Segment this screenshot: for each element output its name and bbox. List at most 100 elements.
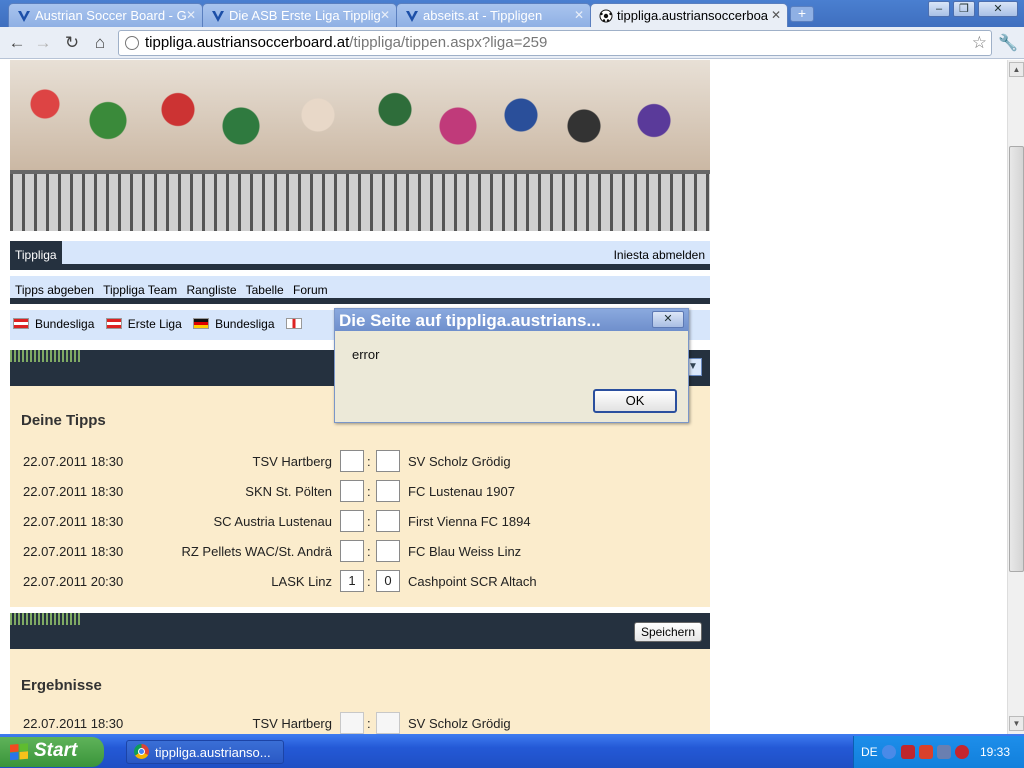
home-goals-input[interactable]: 1 xyxy=(340,570,364,592)
away-goals-field xyxy=(376,712,400,734)
results-section: Ergebnisse 22.07.2011 18:30 TSV Hartberg… xyxy=(10,649,710,734)
score-separator: : xyxy=(367,484,371,499)
tab-title: Die ASB Erste Liga Tipplig xyxy=(229,8,381,23)
home-icon[interactable]: ⌂ xyxy=(89,32,111,54)
away-goals-input[interactable] xyxy=(376,480,400,502)
home-team: TSV Hartberg xyxy=(252,716,332,731)
address-bar[interactable]: tippliga.austriansoccerboard.at/tippliga… xyxy=(118,30,992,56)
save-button[interactable]: Speichern xyxy=(633,622,702,642)
scroll-thumb[interactable] xyxy=(1009,146,1024,572)
start-button[interactable]: Start xyxy=(0,737,104,767)
away-team: SV Scholz Grödig xyxy=(408,454,511,469)
league-link[interactable]: Bundesliga xyxy=(215,317,274,331)
austria-flag-icon xyxy=(105,318,122,329)
forward-arrow-icon[interactable]: → xyxy=(32,32,54,54)
home-goals-field xyxy=(340,712,364,734)
league-link[interactable]: Erste Liga xyxy=(128,317,182,331)
save-bar: Speichern xyxy=(10,613,710,649)
new-tab-button[interactable]: + xyxy=(790,6,814,22)
bookmark-star-icon[interactable]: ☆ xyxy=(972,33,987,53)
decorative-stripes xyxy=(10,613,80,625)
network-icon[interactable] xyxy=(937,745,951,759)
tipp-row: 22.07.2011 18:30 SC Austria Lustenau : F… xyxy=(10,510,710,534)
home-team: SC Austria Lustenau xyxy=(213,514,332,529)
dialog-titlebar[interactable]: Die Seite auf tippliga.austrians... ✕ xyxy=(335,309,688,331)
match-date: 22.07.2011 18:30 xyxy=(23,716,124,731)
browser-tab[interactable]: Die ASB Erste Liga Tipplig ✕ xyxy=(202,3,397,27)
nav-tabelle[interactable]: Tabelle xyxy=(246,283,284,297)
url-host: tippliga.austriansoccerboard.at xyxy=(145,34,350,51)
nav-tipps-abgeben[interactable]: Tipps abgeben xyxy=(15,283,94,297)
home-team: SKN St. Pölten xyxy=(245,484,332,499)
tab-title: Austrian Soccer Board - G xyxy=(35,8,187,23)
away-goals-input[interactable] xyxy=(376,540,400,562)
asb-favicon-icon xyxy=(406,11,418,22)
browser-tab-active[interactable]: tippliga.austriansoccerboa ✕ xyxy=(590,3,788,28)
close-window-button[interactable]: ✕ xyxy=(978,1,1018,17)
close-tab-icon[interactable]: ✕ xyxy=(771,8,781,22)
close-tab-icon[interactable]: ✕ xyxy=(186,8,196,22)
away-team: Cashpoint SCR Altach xyxy=(408,574,537,589)
vertical-scrollbar[interactable]: ▲ ▼ xyxy=(1007,60,1024,734)
score-separator: : xyxy=(367,716,371,731)
language-indicator[interactable]: DE xyxy=(861,745,878,759)
score-separator: : xyxy=(367,454,371,469)
home-goals-input[interactable] xyxy=(340,510,364,532)
away-goals-input[interactable] xyxy=(376,510,400,532)
minimize-window-button[interactable]: ‒ xyxy=(928,1,950,17)
tippliga-tab[interactable]: Tippliga xyxy=(10,241,62,270)
home-goals-input[interactable] xyxy=(340,540,364,562)
tab-title: abseits.at - Tippligen xyxy=(423,8,543,23)
alert-dialog: Die Seite auf tippliga.austrians... ✕ er… xyxy=(334,308,689,423)
nav-rangliste[interactable]: Rangliste xyxy=(186,283,236,297)
page-info-icon[interactable] xyxy=(125,36,139,50)
ok-button[interactable]: OK xyxy=(593,389,677,413)
back-arrow-icon[interactable]: ← xyxy=(6,32,28,54)
match-date: 22.07.2011 18:30 xyxy=(23,484,124,499)
match-date: 22.07.2011 20:30 xyxy=(23,574,124,589)
tipp-row: 22.07.2011 20:30 LASK Linz 1 : 0 Cashpoi… xyxy=(10,570,710,594)
result-row: 22.07.2011 18:30 TSV Hartberg : SV Schol… xyxy=(10,712,710,734)
fan-crowd-banner-image xyxy=(10,60,710,231)
maximize-window-button[interactable]: ❐ xyxy=(953,1,975,17)
home-team: TSV Hartberg xyxy=(252,454,332,469)
tray-app-icon[interactable] xyxy=(919,745,933,759)
score-separator: : xyxy=(367,514,371,529)
nav-forum[interactable]: Forum xyxy=(293,283,328,297)
away-goals-input[interactable] xyxy=(376,450,400,472)
tipps-title: Deine Tipps xyxy=(21,412,106,429)
taskbar-window-button[interactable]: tippliga.austrianso... xyxy=(126,740,284,764)
league-link[interactable]: Bundesliga xyxy=(35,317,94,331)
decorative-stripes xyxy=(10,350,80,362)
browser-toolbar: ← → ↻ ⌂ tippliga.austriansoccerboard.at/… xyxy=(0,27,1024,59)
germany-flag-icon xyxy=(193,318,210,329)
browser-tab[interactable]: Austrian Soccer Board - G ✕ xyxy=(8,3,203,27)
browser-tab[interactable]: abseits.at - Tippligen ✕ xyxy=(396,3,591,27)
security-shield-icon[interactable] xyxy=(955,745,969,759)
reload-icon[interactable]: ↻ xyxy=(61,32,83,54)
home-goals-input[interactable] xyxy=(340,450,364,472)
clock: 19:33 xyxy=(979,745,1010,759)
scroll-up-arrow-icon[interactable]: ▲ xyxy=(1009,62,1024,77)
browser-tabstrip: Austrian Soccer Board - G ✕ Die ASB Erst… xyxy=(0,0,1024,28)
score-separator: : xyxy=(367,544,371,559)
tipp-row: 22.07.2011 18:30 SKN St. Pölten : FC Lus… xyxy=(10,480,710,504)
tray-expand-icon[interactable] xyxy=(882,745,896,759)
tab-title: tippliga.austriansoccerboa xyxy=(617,8,769,23)
logout-link[interactable]: Iniesta abmelden xyxy=(614,248,705,262)
asb-favicon-icon xyxy=(212,11,224,22)
close-tab-icon[interactable]: ✕ xyxy=(380,8,390,22)
close-icon[interactable]: ✕ xyxy=(652,311,684,328)
england-flag-icon[interactable] xyxy=(285,318,302,329)
close-tab-icon[interactable]: ✕ xyxy=(574,8,584,22)
nav-tippliga-team[interactable]: Tippliga Team xyxy=(103,283,177,297)
scroll-down-arrow-icon[interactable]: ▼ xyxy=(1009,716,1024,731)
away-team: First Vienna FC 1894 xyxy=(408,514,531,529)
system-tray: DE 19:33 xyxy=(853,736,1024,768)
wrench-menu-icon[interactable]: 🔧 xyxy=(998,33,1018,53)
away-goals-input[interactable]: 0 xyxy=(376,570,400,592)
tray-app-icon[interactable] xyxy=(901,745,915,759)
score-separator: : xyxy=(367,574,371,589)
home-goals-input[interactable] xyxy=(340,480,364,502)
windows-logo-icon xyxy=(10,743,28,761)
